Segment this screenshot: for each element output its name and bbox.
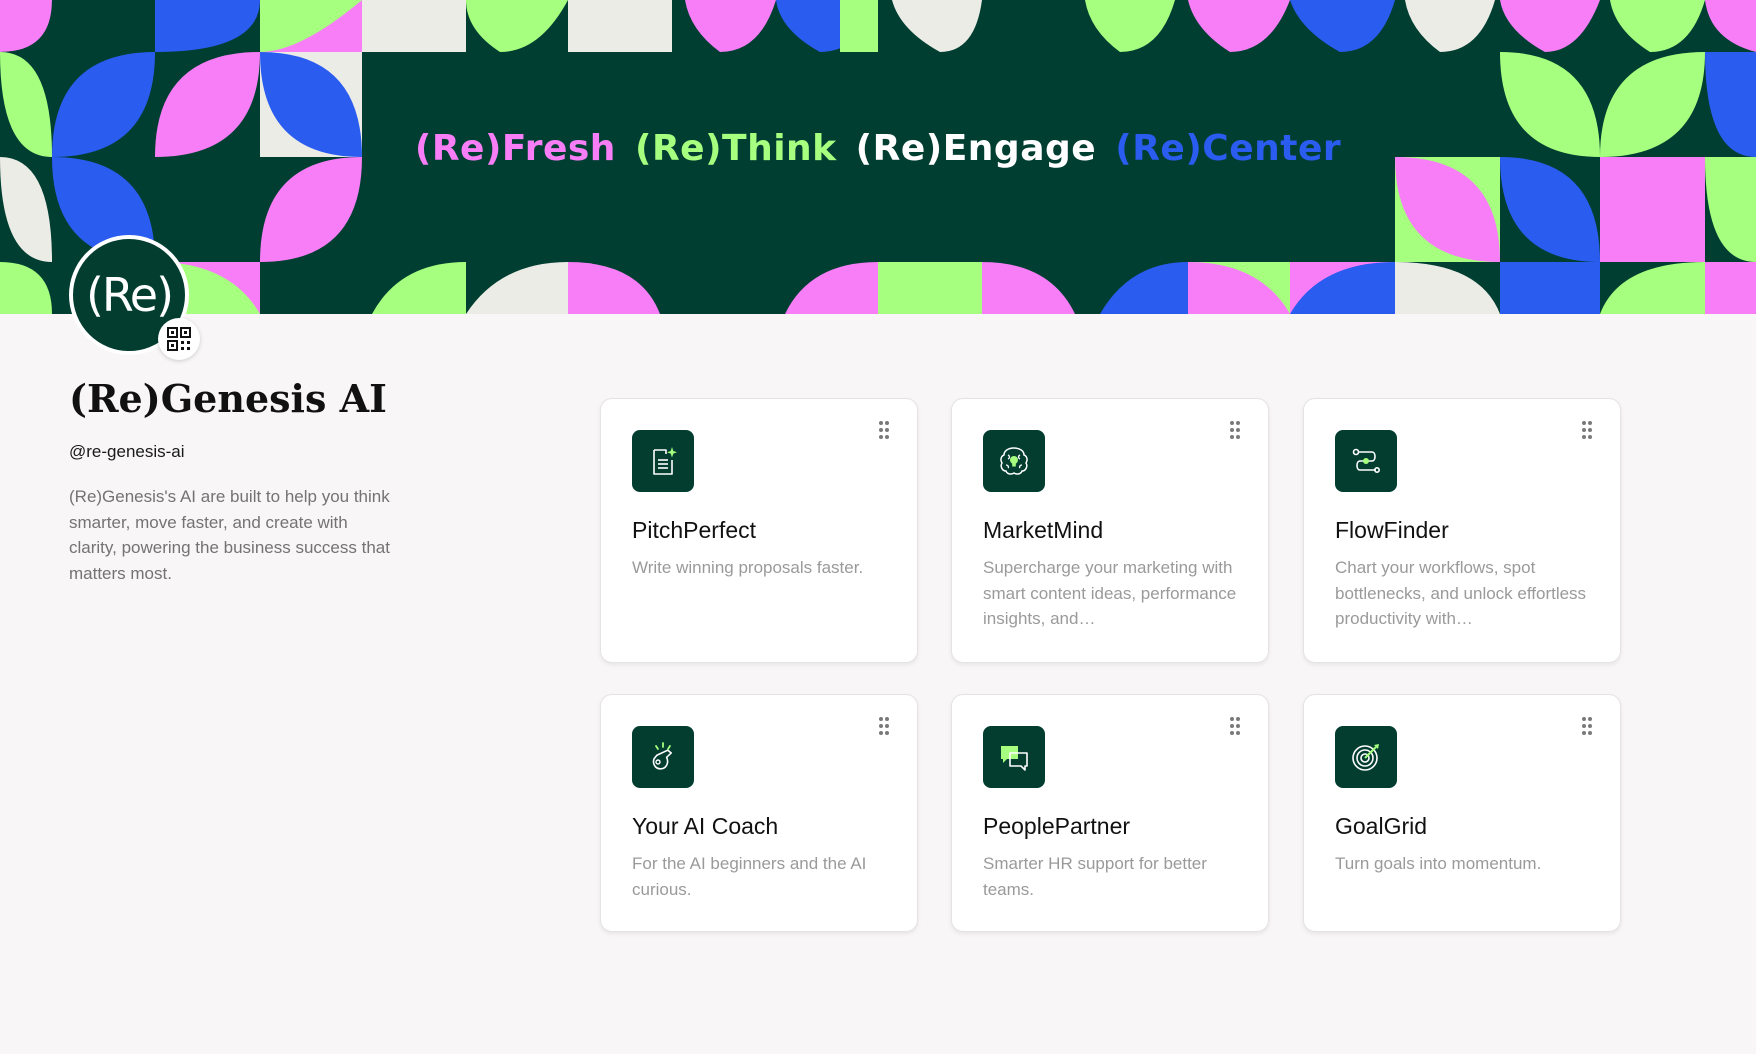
card-title: PeoplePartner: [983, 813, 1131, 839]
avatar-text-start: (R: [85, 268, 132, 322]
whistle-icon: [632, 726, 694, 788]
tagline-word: (Re)Engage: [855, 128, 1097, 169]
profile-name: (Re)Genesis AI: [69, 376, 387, 421]
drag-handle-icon[interactable]: [1582, 717, 1592, 737]
banner-tagline: (Re)Fresh (Re)Think (Re)Engage (Re)Cente…: [0, 128, 1756, 169]
brain-bulb-icon: [983, 430, 1045, 492]
workflow-path-icon: [1335, 430, 1397, 492]
card-title: Your AI Coach: [632, 813, 779, 839]
qr-code-button[interactable]: [158, 318, 200, 360]
profile-handle: @re-genesis-ai: [69, 442, 185, 461]
chat-bubbles-icon: [983, 726, 1045, 788]
tagline-word: (Re)Think: [634, 128, 837, 169]
avatar-text-end: e): [129, 268, 174, 322]
agent-card-marketmind[interactable]: MarketMind Supercharge your marketing wi…: [951, 398, 1269, 663]
agent-card-peoplepartner[interactable]: PeoplePartner Smarter HR support for bet…: [951, 694, 1269, 932]
agent-card-pitchperfect[interactable]: PitchPerfect Write winning proposals fas…: [600, 398, 918, 663]
card-description: Chart your workflows, spot bottlenecks, …: [1335, 558, 1587, 628]
card-description: Supercharge your marketing with smart co…: [983, 558, 1237, 628]
drag-handle-icon[interactable]: [879, 421, 889, 441]
profile-bio: (Re)Genesis's AI are built to help you t…: [69, 487, 390, 583]
card-title: PitchPerfect: [632, 517, 756, 543]
profile-banner: (Re)Fresh (Re)Think (Re)Engage (Re)Cente…: [0, 0, 1756, 314]
agent-card-your-ai-coach[interactable]: Your AI Coach For the AI beginners and t…: [600, 694, 918, 932]
card-description: Write winning proposals faster.: [632, 558, 864, 577]
drag-handle-icon[interactable]: [879, 717, 889, 737]
tagline-word: (Re)Center: [1115, 128, 1342, 169]
agent-card-goalgrid[interactable]: GoalGrid Turn goals into momentum.: [1303, 694, 1621, 932]
target-icon: [1335, 726, 1397, 788]
drag-handle-icon[interactable]: [1582, 421, 1592, 441]
card-description: For the AI beginners and the AI curious.: [632, 854, 867, 899]
card-title: MarketMind: [983, 517, 1104, 543]
drag-handle-icon[interactable]: [1230, 717, 1240, 737]
qr-code-icon: [167, 327, 191, 351]
card-description: Smarter HR support for better teams.: [983, 854, 1207, 899]
card-title: FlowFinder: [1335, 517, 1449, 543]
avatar-logo-text: (Re): [85, 268, 174, 322]
drag-handle-icon[interactable]: [1230, 421, 1240, 441]
agent-card-flowfinder[interactable]: FlowFinder Chart your workflows, spot bo…: [1303, 398, 1621, 663]
tagline-word: (Re)Fresh: [414, 128, 616, 169]
document-sparkle-icon: [632, 430, 694, 492]
card-description: Turn goals into momentum.: [1335, 854, 1542, 873]
card-title: GoalGrid: [1335, 813, 1428, 839]
